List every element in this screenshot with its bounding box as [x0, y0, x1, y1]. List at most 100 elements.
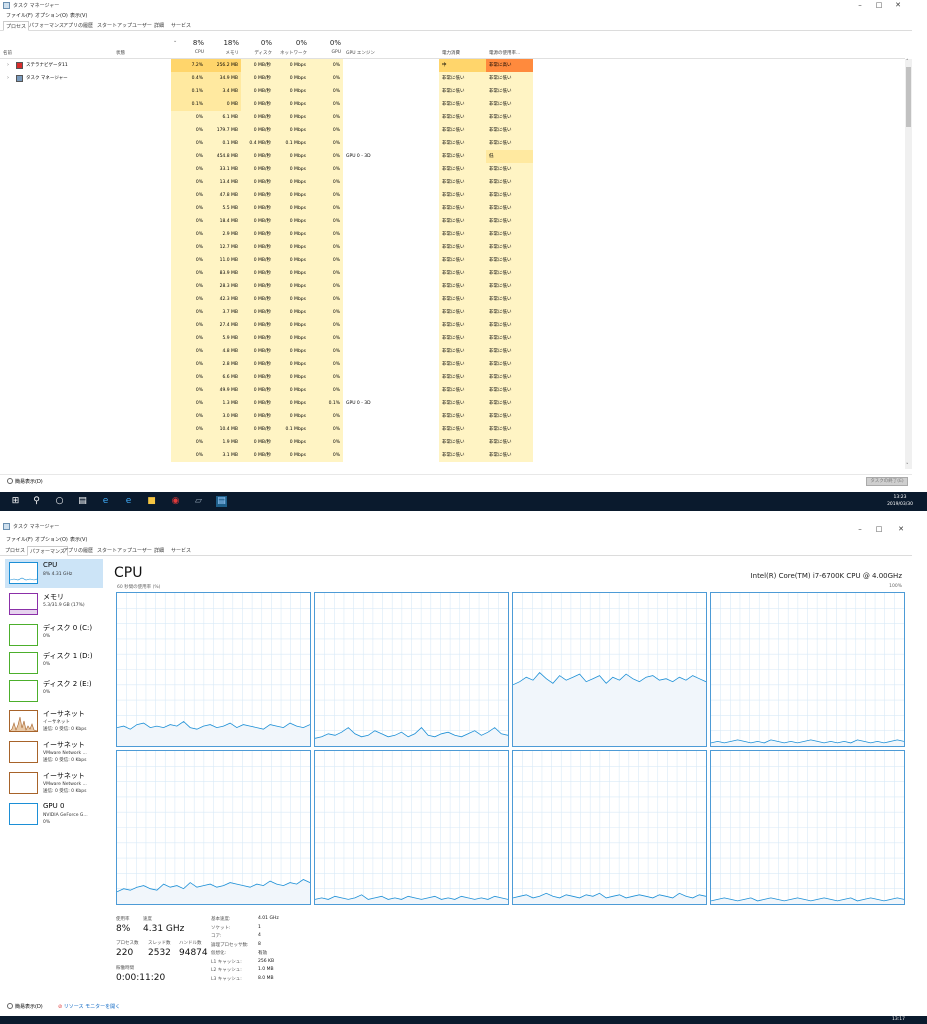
- power-cell: 非常に低い: [439, 163, 486, 176]
- task-manager-taskbar-icon[interactable]: ▤: [216, 496, 227, 507]
- tab-startup[interactable]: スタートアップ: [95, 546, 134, 556]
- ie-browser-icon[interactable]: e: [123, 496, 134, 507]
- table-row[interactable]: 0.1% 0 MB 0 MB/秒 0 Mbps 0% 非常に低い 非常に低い: [0, 98, 905, 111]
- table-row[interactable]: 0% 2.9 MB 0 MB/秒 0 Mbps 0% 非常に低い 非常に低い: [0, 228, 905, 241]
- sidebar-item[interactable]: ディスク 2 (E:) 0%: [5, 677, 103, 706]
- maximize-button[interactable]: □: [869, 0, 889, 11]
- table-row[interactable]: 0% 5.9 MB 0 MB/秒 0 Mbps 0% 非常に低い 非常に低い: [0, 332, 905, 345]
- vertical-scrollbar[interactable]: ˄ ˅: [905, 59, 912, 469]
- start-windows-icon[interactable]: ⊞: [10, 496, 21, 507]
- table-row[interactable]: 0% 12.7 MB 0 MB/秒 0 Mbps 0% 非常に低い 非常に低い: [0, 241, 905, 254]
- table-row[interactable]: 0% 42.3 MB 0 MB/秒 0 Mbps 0% 非常に低い 非常に低い: [0, 293, 905, 306]
- tab-app-history[interactable]: アプリの履歴: [61, 546, 95, 556]
- menu-options[interactable]: オプション(O): [35, 536, 68, 543]
- tab-startup[interactable]: スタートアップ: [95, 21, 134, 31]
- menu-view[interactable]: 表示(V): [70, 536, 87, 543]
- table-row[interactable]: 0% 1.3 MB 0 MB/秒 0 Mbps 0.1% GPU 0 - 3D 非常に低い非…: [0, 397, 905, 410]
- search-icon[interactable]: ⚲: [31, 496, 42, 507]
- tab-users[interactable]: ユーザー: [130, 21, 154, 31]
- table-row[interactable]: 0% 1.9 MB 0 MB/秒 0 Mbps 0% 非常に低い 非常に低い: [0, 436, 905, 449]
- table-row[interactable]: 0% 179.7 MB 0 MB/秒 0 Mbps 0% 非常に低い 非常に低い: [0, 124, 905, 137]
- table-row[interactable]: 0% 11.0 MB 0 MB/秒 0 Mbps 0% 非常に低い 非常に低い: [0, 254, 905, 267]
- power-cell: 非常に低い: [439, 150, 486, 163]
- tab-app-history[interactable]: アプリの履歴: [61, 21, 95, 31]
- expand-chevron-icon[interactable]: ›: [7, 72, 9, 85]
- open-resource-monitor-link[interactable]: ⊘ リソース モニターを開く: [58, 1003, 120, 1010]
- close-button[interactable]: ✕: [891, 524, 911, 535]
- sidebar-item[interactable]: GPU 0 NVIDIA GeForce G... 0%: [5, 800, 103, 829]
- scroll-down-icon[interactable]: ˅: [906, 463, 909, 469]
- table-row[interactable]: 0% 13.4 MB 0 MB/秒 0 Mbps 0% 非常に低い 非常に低い: [0, 176, 905, 189]
- sidebar-item[interactable]: イーサネット VMware Network ... 送信: 0 受信: 0 Kbp…: [5, 738, 103, 767]
- table-row[interactable]: 0% 3.0 MB 0 MB/秒 0 Mbps 0% 非常に低い 非常に低い: [0, 410, 905, 423]
- table-row[interactable]: › ステラナビゲータ11 7.2% 256.2 MB 0 MB/秒 0 Mbps 0% 中非常…: [0, 59, 905, 72]
- header-gpu[interactable]: 0% GPU: [309, 37, 343, 59]
- sidebar-item[interactable]: ディスク 0 (C:) 0%: [5, 621, 103, 650]
- header-power[interactable]: 電力消費: [439, 37, 486, 59]
- menu-file[interactable]: ファイル(F): [6, 536, 33, 543]
- close-button[interactable]: ✕: [888, 0, 908, 11]
- sidebar-item[interactable]: ディスク 1 (D:) 0%: [5, 649, 103, 678]
- header-cpu[interactable]: 8% CPU: [171, 37, 206, 59]
- fewer-details-button[interactable]: 簡易表示(D): [7, 1003, 43, 1010]
- table-row[interactable]: 0% 83.9 MB 0 MB/秒 0 Mbps 0% 非常に低い 非常に低い: [0, 267, 905, 280]
- table-row[interactable]: 0% 4.8 MB 0 MB/秒 0 Mbps 0% 非常に低い 非常に低い: [0, 345, 905, 358]
- table-row[interactable]: 0% 6.1 MB 0 MB/秒 0 Mbps 0% 非常に低い 非常に低い: [0, 111, 905, 124]
- tab-details[interactable]: 詳細: [152, 21, 166, 31]
- cpu-cell: 0%: [171, 137, 206, 150]
- tab-services[interactable]: サービス: [169, 546, 193, 556]
- end-task-button[interactable]: タスクの終了(E): [866, 477, 908, 486]
- cortana-icon[interactable]: ○: [54, 496, 65, 507]
- edge-browser-icon[interactable]: e: [100, 496, 111, 507]
- scroll-up-icon[interactable]: ˄: [906, 59, 909, 65]
- header-memory[interactable]: 18% メモリ: [206, 37, 241, 59]
- table-row[interactable]: 0% 18.4 MB 0 MB/秒 0 Mbps 0% 非常に低い 非常に低い: [0, 215, 905, 228]
- table-row[interactable]: 0% 49.9 MB 0 MB/秒 0 Mbps 0% 非常に低い 非常に低い: [0, 384, 905, 397]
- table-row[interactable]: 0% 3.7 MB 0 MB/秒 0 Mbps 0% 非常に低い 非常に低い: [0, 306, 905, 319]
- sidebar-item[interactable]: CPU 8% 4.31 GHz: [5, 559, 103, 588]
- table-row[interactable]: 0% 6.6 MB 0 MB/秒 0 Mbps 0% 非常に低い 非常に低い: [0, 371, 905, 384]
- table-row[interactable]: 0% 10.4 MB 0 MB/秒 0.1 Mbps 0% 非常に低い 非常に低い: [0, 423, 905, 436]
- stella-navigator-icon[interactable]: ◉: [170, 496, 181, 507]
- tab-processes[interactable]: プロセス: [3, 21, 30, 31]
- menu-file[interactable]: ファイル(F): [6, 12, 33, 19]
- table-row[interactable]: 0% 454.8 MB 0 MB/秒 0 Mbps 0% GPU 0 - 3D 非常に低い低: [0, 150, 905, 163]
- header-gpu-engine[interactable]: GPU エンジン: [343, 37, 439, 59]
- table-row[interactable]: 0% 0.1 MB 0.4 MB/秒 0.1 Mbps 0% 非常に低い 非常に低い: [0, 137, 905, 150]
- table-row[interactable]: 0% 27.4 MB 0 MB/秒 0 Mbps 0% 非常に低い 非常に低い: [0, 319, 905, 332]
- speed-label: 速度: [143, 917, 152, 922]
- tab-details[interactable]: 詳細: [152, 546, 166, 556]
- scroll-thumb[interactable]: [906, 67, 911, 127]
- menu-view[interactable]: 表示(V): [70, 12, 87, 19]
- sidebar-item[interactable]: イーサネット イーサネット 送信: 0 受信: 0 Kbps: [5, 707, 103, 736]
- table-row[interactable]: 0% 33.1 MB 0 MB/秒 0 Mbps 0% 非常に低い 非常に低い: [0, 163, 905, 176]
- table-row[interactable]: 0% 28.3 MB 0 MB/秒 0 Mbps 0% 非常に低い 非常に低い: [0, 280, 905, 293]
- memory-cell: 1.3 MB: [206, 397, 241, 410]
- network-app-icon[interactable]: ▱: [193, 496, 204, 507]
- table-row[interactable]: 0% 47.8 MB 0 MB/秒 0 Mbps 0% 非常に低い 非常に低い: [0, 189, 905, 202]
- maximize-button[interactable]: □: [869, 524, 889, 535]
- tab-services[interactable]: サービス: [169, 21, 193, 31]
- task-view-icon[interactable]: ▤: [77, 496, 88, 507]
- minimize-button[interactable]: –: [850, 0, 870, 11]
- table-row[interactable]: 0.1% 3.4 MB 0 MB/秒 0 Mbps 0% 非常に低い 非常に低い: [0, 85, 905, 98]
- table-row[interactable]: › タスク マネージャー 0.4% 34.9 MB 0 MB/秒 0 Mbps 0% 非常に低…: [0, 72, 905, 85]
- expand-chevron-icon[interactable]: ›: [7, 59, 9, 72]
- header-status[interactable]: 状態 ⌄: [113, 37, 177, 59]
- header-network[interactable]: 0% ネットワーク: [274, 37, 309, 59]
- menu-options[interactable]: オプション(O): [35, 12, 68, 19]
- header-name[interactable]: 名前: [0, 37, 113, 59]
- tab-users[interactable]: ユーザー: [130, 546, 154, 556]
- clock[interactable]: 13:23 2019/03/30: [887, 494, 913, 508]
- sidebar-item[interactable]: イーサネット VMware Network ... 送信: 0 受信: 0 Kbp…: [5, 769, 103, 798]
- tab-processes[interactable]: プロセス: [3, 546, 27, 556]
- minimize-button[interactable]: –: [850, 524, 870, 535]
- fewer-details-button[interactable]: 簡易表示(D): [7, 478, 43, 485]
- table-row[interactable]: 0% 2.8 MB 0 MB/秒 0 Mbps 0% 非常に低い 非常に低い: [0, 358, 905, 371]
- header-power-trend[interactable]: 電源の使用率...: [486, 37, 533, 59]
- file-explorer-icon[interactable]: ■: [146, 496, 157, 507]
- header-disk[interactable]: 0% ディスク: [241, 37, 274, 59]
- sidebar-item[interactable]: メモリ 5.3/31.9 GB (17%): [5, 590, 103, 619]
- table-row[interactable]: 0% 5.5 MB 0 MB/秒 0 Mbps 0% 非常に低い 非常に低い: [0, 202, 905, 215]
- table-row[interactable]: 0% 3.1 MB 0 MB/秒 0 Mbps 0% 非常に低い 非常に低い: [0, 449, 905, 462]
